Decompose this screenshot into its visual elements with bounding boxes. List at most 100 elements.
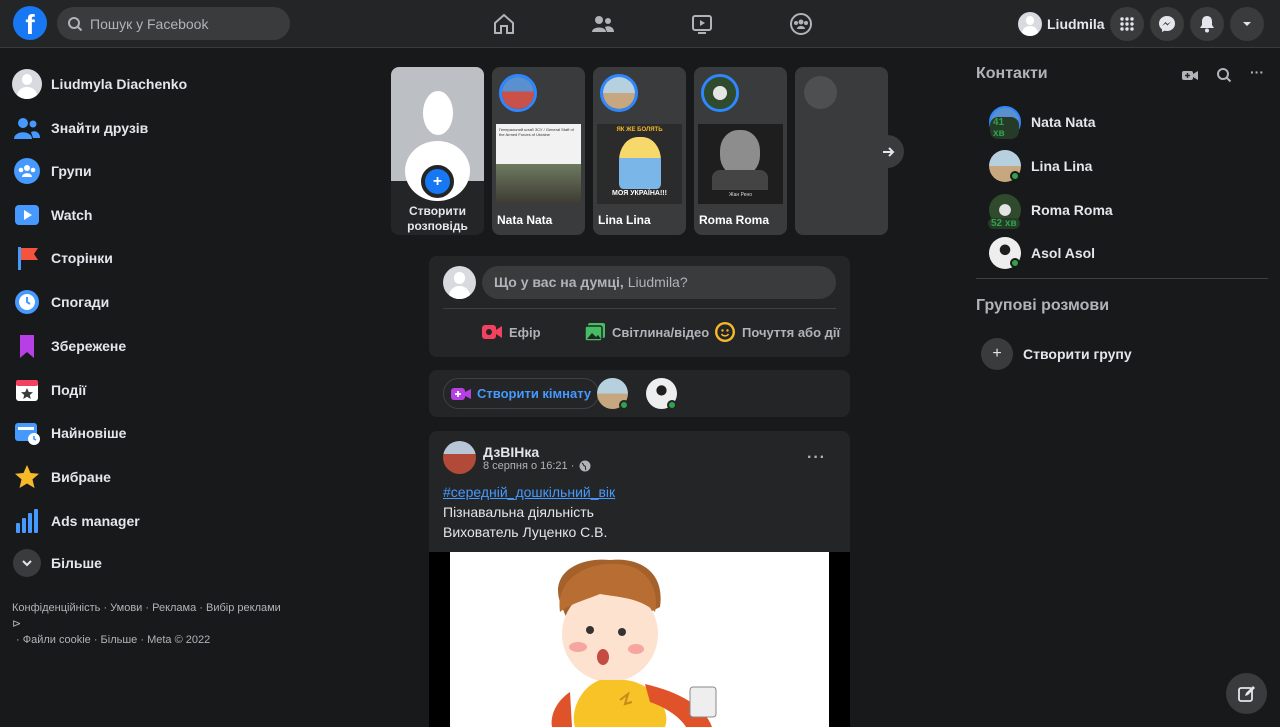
sidebar-item-ads-manager[interactable]: Ads manager <box>12 503 140 539</box>
notifications-button[interactable] <box>1190 7 1224 41</box>
groups-nav-icon[interactable] <box>789 12 813 36</box>
search-placeholder: Пошук у Facebook <box>90 15 209 32</box>
sidebar-item-friends[interactable]: Знайти друзів <box>12 110 148 146</box>
pages-icon <box>18 247 38 270</box>
composer-input[interactable]: Що у вас на думці, Liudmila? <box>482 266 836 299</box>
search-input[interactable]: Пошук у Facebook <box>57 7 290 40</box>
plus-icon: + <box>421 165 454 198</box>
sidebar-item-saved[interactable]: Збережене <box>12 328 126 364</box>
grid-icon <box>1120 17 1134 31</box>
compose-icon <box>1237 685 1255 702</box>
sidebar-item-label: Watch <box>51 207 93 223</box>
sidebar-user-name: Liudmyla Diachenko <box>51 76 188 92</box>
sidebar-item-groups[interactable]: Групи <box>12 153 92 189</box>
ad-choices-icon: ⊳ <box>12 618 22 630</box>
sidebar-profile[interactable]: Liudmyla Diachenko <box>12 66 187 102</box>
profile-chip[interactable]: Liudmila <box>1018 8 1105 40</box>
sidebar-item-label: Збережене <box>51 338 127 354</box>
online-indicator <box>1010 258 1020 268</box>
group-chats-title: Групові розмови <box>976 297 1110 314</box>
messenger-button[interactable] <box>1150 7 1184 41</box>
sidebar-item-events[interactable]: Події <box>12 372 86 408</box>
post-hashtag[interactable]: #середній_дошкільний_вік <box>443 484 615 500</box>
friends-nav-icon[interactable] <box>591 12 615 36</box>
footer-line-2[interactable]: · Файли cookie · Більше · Meta © 2022 <box>12 632 292 648</box>
story-card[interactable]: ЯК ЖЕ БОЛЯТЬ МОЯ УКРАЇНА!!! Lina Lina <box>593 67 686 235</box>
footer-links[interactable]: Конфіденційність · Умови · Реклама · Виб… <box>12 600 292 648</box>
contacts-options-button[interactable]: ··· <box>1250 64 1264 80</box>
photo-video-button[interactable]: Світлина/відео <box>584 320 709 344</box>
events-icon <box>16 380 38 401</box>
photo-icon <box>584 323 605 342</box>
sidebar-item-memories[interactable]: Спогади <box>12 284 109 320</box>
story-card[interactable]: Жан Рено Roma Roma <box>694 67 787 235</box>
favorites-icon <box>15 465 39 488</box>
friends-icon <box>14 118 40 139</box>
post-author[interactable]: ДзВІНка <box>483 444 539 460</box>
create-story-card[interactable]: + Створити розповідь <box>391 67 484 235</box>
new-message-button[interactable] <box>1226 673 1267 714</box>
smiley-icon <box>715 322 735 342</box>
boy-illustration <box>450 552 829 727</box>
plus-icon: + <box>981 338 1013 370</box>
sidebar-more-label: Більше <box>51 555 102 571</box>
create-group-button[interactable]: + Створити групу <box>981 336 1132 372</box>
sidebar-item-label: Найновіше <box>51 425 127 441</box>
sidebar-item-watch[interactable]: Watch <box>12 197 92 233</box>
post-meta: 8 серпня о 16:21 · <box>483 460 591 472</box>
avatar <box>443 266 476 299</box>
avatar <box>1018 12 1042 36</box>
avatar <box>600 74 638 112</box>
create-group-label: Створити групу <box>1023 346 1132 362</box>
contact-item[interactable]: Asol Asol <box>989 235 1095 271</box>
contact-item[interactable]: 52 хв Roma Roma <box>988 192 1113 229</box>
home-icon[interactable] <box>492 12 516 36</box>
post-card: ДзВІНка 8 серпня о 16:21 · ··· #середній… <box>429 431 850 727</box>
avatar <box>391 67 484 201</box>
story-name: Roma Roma <box>699 213 770 227</box>
memories-icon <box>15 290 39 314</box>
recent-icon <box>15 423 40 445</box>
sidebar-item-label: Спогади <box>51 294 110 310</box>
stories-next-button[interactable] <box>871 135 904 168</box>
video-plus-icon <box>451 387 471 400</box>
sidebar-item-favorites[interactable]: Вибране <box>12 459 111 495</box>
arrow-right-icon <box>882 146 894 157</box>
feeling-button[interactable]: Почуття або дії <box>714 320 840 344</box>
account-button[interactable] <box>1230 7 1264 41</box>
ads-manager-icon <box>16 509 38 533</box>
footer-line-1[interactable]: Конфіденційність · Умови · Реклама · Виб… <box>12 600 292 632</box>
chevron-down-icon <box>1243 22 1251 26</box>
live-video-button[interactable]: Ефір <box>481 320 541 344</box>
avatar: 41 хв <box>989 106 1021 139</box>
contact-name: Asol Asol <box>1031 245 1096 261</box>
post-image[interactable] <box>429 552 850 727</box>
sidebar-item-pages[interactable]: Сторінки <box>12 240 113 276</box>
online-indicator <box>1010 171 1020 181</box>
facebook-logo[interactable]: f <box>13 6 47 40</box>
video-call-icon[interactable] <box>1181 67 1199 83</box>
contact-item[interactable]: 41 хв Nata Nata <box>989 104 1096 140</box>
create-room-button[interactable]: Створити кімнату <box>443 378 600 409</box>
last-active-badge: 41 хв <box>990 117 1019 139</box>
post-time[interactable]: 8 серпня о 16:21 · <box>483 460 574 472</box>
sidebar-item-recent[interactable]: Найновіше <box>12 415 126 451</box>
story-thumbnail: Генеральний штаб ЗСУ / General Staff of … <box>496 124 581 204</box>
contact-name: Nata Nata <box>1031 114 1096 130</box>
contact-item[interactable]: Lina Lina <box>989 148 1092 184</box>
online-indicator <box>619 400 629 410</box>
sidebar-item-label: Вибране <box>51 469 111 485</box>
post-options-button[interactable]: ··· <box>807 449 826 467</box>
avatar <box>989 237 1021 269</box>
sidebar-item-label: Знайти друзів <box>51 120 149 136</box>
avatar <box>12 69 42 99</box>
story-name: Lina Lina <box>598 213 651 227</box>
watch-nav-icon[interactable] <box>690 12 714 36</box>
search-contacts-icon[interactable] <box>1216 67 1232 83</box>
story-card[interactable]: Генеральний штаб ЗСУ / General Staff of … <box>492 67 585 235</box>
avatar[interactable] <box>443 441 476 474</box>
menu-button[interactable] <box>1110 7 1144 41</box>
post-line: Пізнавальна діяльність <box>443 504 594 520</box>
sidebar-more[interactable]: Більше <box>12 545 102 581</box>
post-line: Вихователь Луценко С.В. <box>443 524 608 540</box>
